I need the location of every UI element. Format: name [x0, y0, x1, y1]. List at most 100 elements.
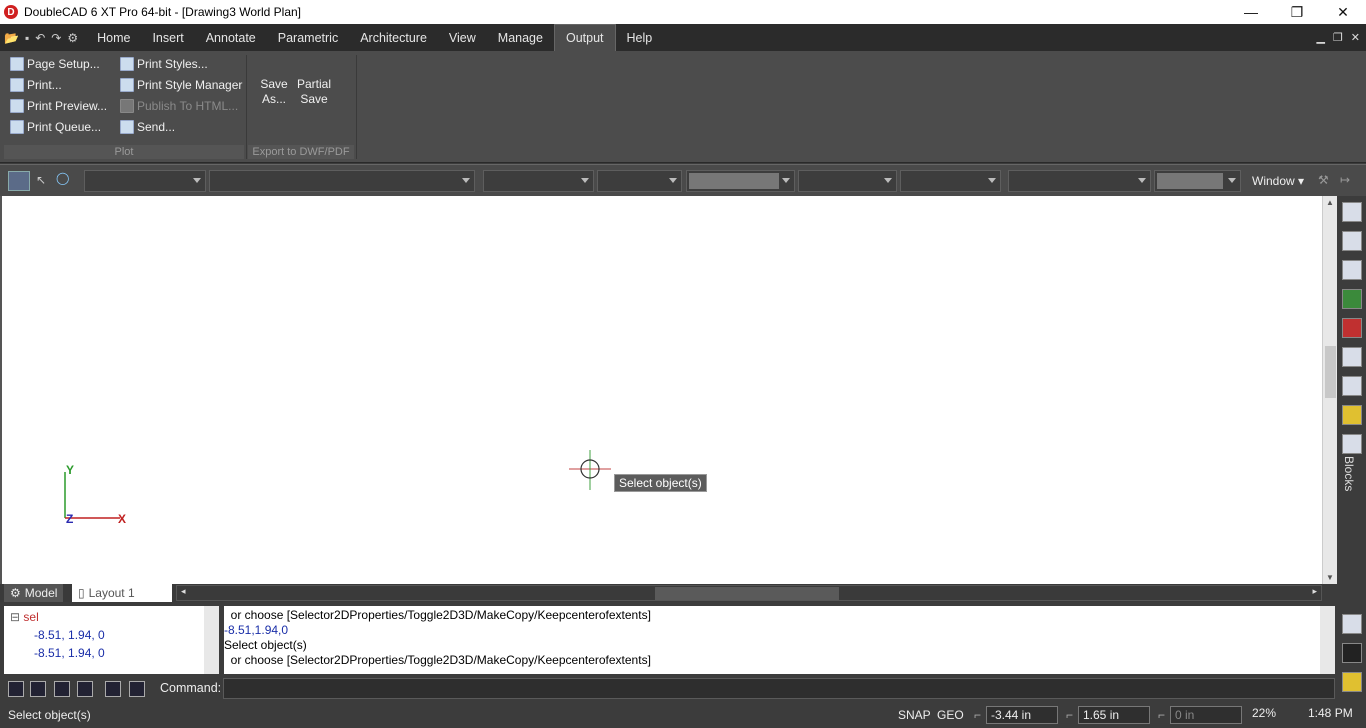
panel-tool-icon-7[interactable]	[1342, 376, 1362, 396]
y-coord-icon: ⌐	[1066, 708, 1074, 722]
publish-html-button[interactable]: Publish To HTML...	[120, 99, 238, 113]
pen-style-combo[interactable]	[597, 170, 682, 192]
command-input[interactable]	[223, 678, 1335, 699]
brush-style-combo[interactable]	[900, 170, 1001, 192]
status-bar: Select object(s) SNAP GEO ⌐ -3.44 in ⌐ 1…	[0, 702, 1366, 728]
y-coordinate-field[interactable]: 1.65 in	[1078, 706, 1150, 724]
tree-item[interactable]: -8.51, 1.94, 0	[34, 646, 105, 660]
tab-help[interactable]: Help	[616, 24, 664, 51]
drawing-canvas[interactable]: Y X Z	[0, 196, 1322, 584]
scroll-left-icon[interactable]: ◂	[181, 586, 186, 597]
blocks-panel-label[interactable]: Blocks	[1342, 456, 1356, 491]
cmd-tool-icon-6[interactable]	[129, 681, 145, 697]
gear-icon[interactable]: ⚙	[67, 31, 78, 45]
tree-scrollbar[interactable]	[204, 606, 219, 674]
panel-tool-icon-6[interactable]	[1342, 347, 1362, 367]
page-setup-button[interactable]: Page Setup...	[10, 57, 100, 71]
history-line: or choose [Selector2DProperties/Toggle2D…	[224, 653, 651, 667]
close-button[interactable]: ✕	[1320, 0, 1366, 24]
font-size-combo[interactable]	[1154, 170, 1241, 192]
maximize-button[interactable]: ❐	[1274, 0, 1320, 24]
selection-tree[interactable]: ⊟ sel -8.51, 1.94, 0 -8.51, 1.94, 0	[4, 606, 204, 674]
plot-group-label: Plot	[4, 145, 244, 159]
x-axis-label: X	[118, 512, 126, 526]
tab-insert[interactable]: Insert	[141, 24, 194, 51]
tab-view[interactable]: View	[438, 24, 487, 51]
z-coordinate-field[interactable]: 0 in	[1170, 706, 1242, 724]
app-logo-icon[interactable]: D	[4, 5, 18, 19]
brush-combo[interactable]	[798, 170, 897, 192]
tab-home[interactable]: Home	[86, 24, 141, 51]
undo-icon[interactable]: ↶	[35, 31, 45, 45]
plot-group: Page Setup... Print... Print Preview... …	[4, 55, 244, 161]
cmd-tool-icon-5[interactable]	[105, 681, 121, 697]
panel-tool-icon-3[interactable]	[1342, 260, 1362, 280]
pen-color-combo[interactable]	[483, 170, 594, 192]
print-styles-button[interactable]: Print Styles...	[120, 57, 208, 71]
panel-tool-icon-1[interactable]	[1342, 202, 1362, 222]
select-panel-icon[interactable]	[1342, 614, 1362, 634]
y-axis-label: Y	[66, 463, 74, 477]
canvas-vertical-scrollbar[interactable]: ▲ ▼	[1322, 196, 1337, 584]
geo-toggle[interactable]: GEO	[937, 708, 964, 722]
layers-icon[interactable]	[1342, 289, 1362, 309]
mdi-close-icon[interactable]: ✕	[1351, 31, 1360, 44]
arrows-icon[interactable]: ↦	[1340, 173, 1350, 187]
panel-tool-icon-12[interactable]	[1342, 672, 1362, 692]
open-folder-icon[interactable]: 📂	[4, 31, 19, 45]
speech-lasso-icon[interactable]: ◯	[56, 171, 69, 185]
x-coordinate-field[interactable]: -3.44 in	[986, 706, 1058, 724]
pen-width-combo[interactable]	[686, 170, 795, 192]
print-button[interactable]: Print...	[10, 78, 62, 92]
select-tool-icon[interactable]	[8, 171, 30, 191]
save-icon[interactable]: ▪	[25, 31, 29, 45]
redo-icon[interactable]: ↷	[51, 31, 61, 45]
command-label: Command:	[160, 681, 222, 695]
window-dropdown[interactable]: Window ▾	[1252, 174, 1304, 188]
snap-panel-icon[interactable]	[1342, 643, 1362, 663]
tab-output[interactable]: Output	[553, 24, 616, 51]
partial-save-button[interactable]: Partial Save	[296, 77, 332, 107]
scrollbar-thumb[interactable]	[1325, 346, 1336, 398]
scroll-down-icon[interactable]: ▼	[1326, 573, 1334, 582]
tab-architecture[interactable]: Architecture	[349, 24, 438, 51]
send-mail-icon	[120, 120, 134, 134]
cmd-tool-icon-2[interactable]	[30, 681, 46, 697]
mdi-restore-icon[interactable]: ❐	[1333, 31, 1343, 44]
canvas-horizontal-scrollbar[interactable]: ◂ ▸	[176, 585, 1322, 601]
command-history-scrollbar[interactable]	[1320, 606, 1335, 674]
tab-manage[interactable]: Manage	[487, 24, 554, 51]
scrollbar-thumb[interactable]	[655, 587, 839, 600]
mdi-minimize-icon[interactable]: ▁	[1316, 31, 1324, 44]
blocks-icon[interactable]	[1342, 434, 1362, 454]
group-divider	[356, 55, 357, 159]
send-button[interactable]: Send...	[120, 120, 175, 134]
tab-annotate[interactable]: Annotate	[195, 24, 267, 51]
scroll-up-icon[interactable]: ▲	[1326, 198, 1334, 207]
properties-icon[interactable]	[1342, 318, 1362, 338]
minimize-button[interactable]: —	[1228, 0, 1274, 24]
cmd-tool-icon-4[interactable]	[77, 681, 93, 697]
tree-item[interactable]: -8.51, 1.94, 0	[34, 628, 105, 642]
tab-layout-1[interactable]: ▯ Layout 1	[72, 584, 172, 602]
style-combo[interactable]	[209, 170, 475, 192]
print-style-manager-button[interactable]: Print Style Manager	[120, 78, 242, 92]
panel-tool-icon-8[interactable]	[1342, 405, 1362, 425]
lasso-pointer-icon[interactable]: ↖	[36, 173, 46, 187]
panel-tool-icon-2[interactable]	[1342, 231, 1362, 251]
tab-parametric[interactable]: Parametric	[267, 24, 349, 51]
tab-model[interactable]: ⚙ Model	[4, 584, 64, 602]
print-preview-button[interactable]: Print Preview...	[10, 99, 107, 113]
cmd-tool-icon-3[interactable]	[54, 681, 70, 697]
cmd-tool-icon-1[interactable]	[8, 681, 24, 697]
wrench-icon[interactable]: ⚒	[1318, 173, 1329, 187]
scroll-right-icon[interactable]: ▸	[1312, 586, 1317, 597]
collapse-icon[interactable]: ⊟	[10, 610, 20, 624]
layer-combo[interactable]	[84, 170, 206, 192]
save-as-button[interactable]: Save As...	[258, 77, 290, 107]
tree-root[interactable]: ⊟ sel	[10, 610, 39, 624]
print-queue-button[interactable]: Print Queue...	[10, 120, 101, 134]
snap-toggle[interactable]: SNAP	[898, 708, 931, 722]
zoom-level[interactable]: 22%	[1252, 706, 1276, 720]
font-combo[interactable]	[1008, 170, 1151, 192]
